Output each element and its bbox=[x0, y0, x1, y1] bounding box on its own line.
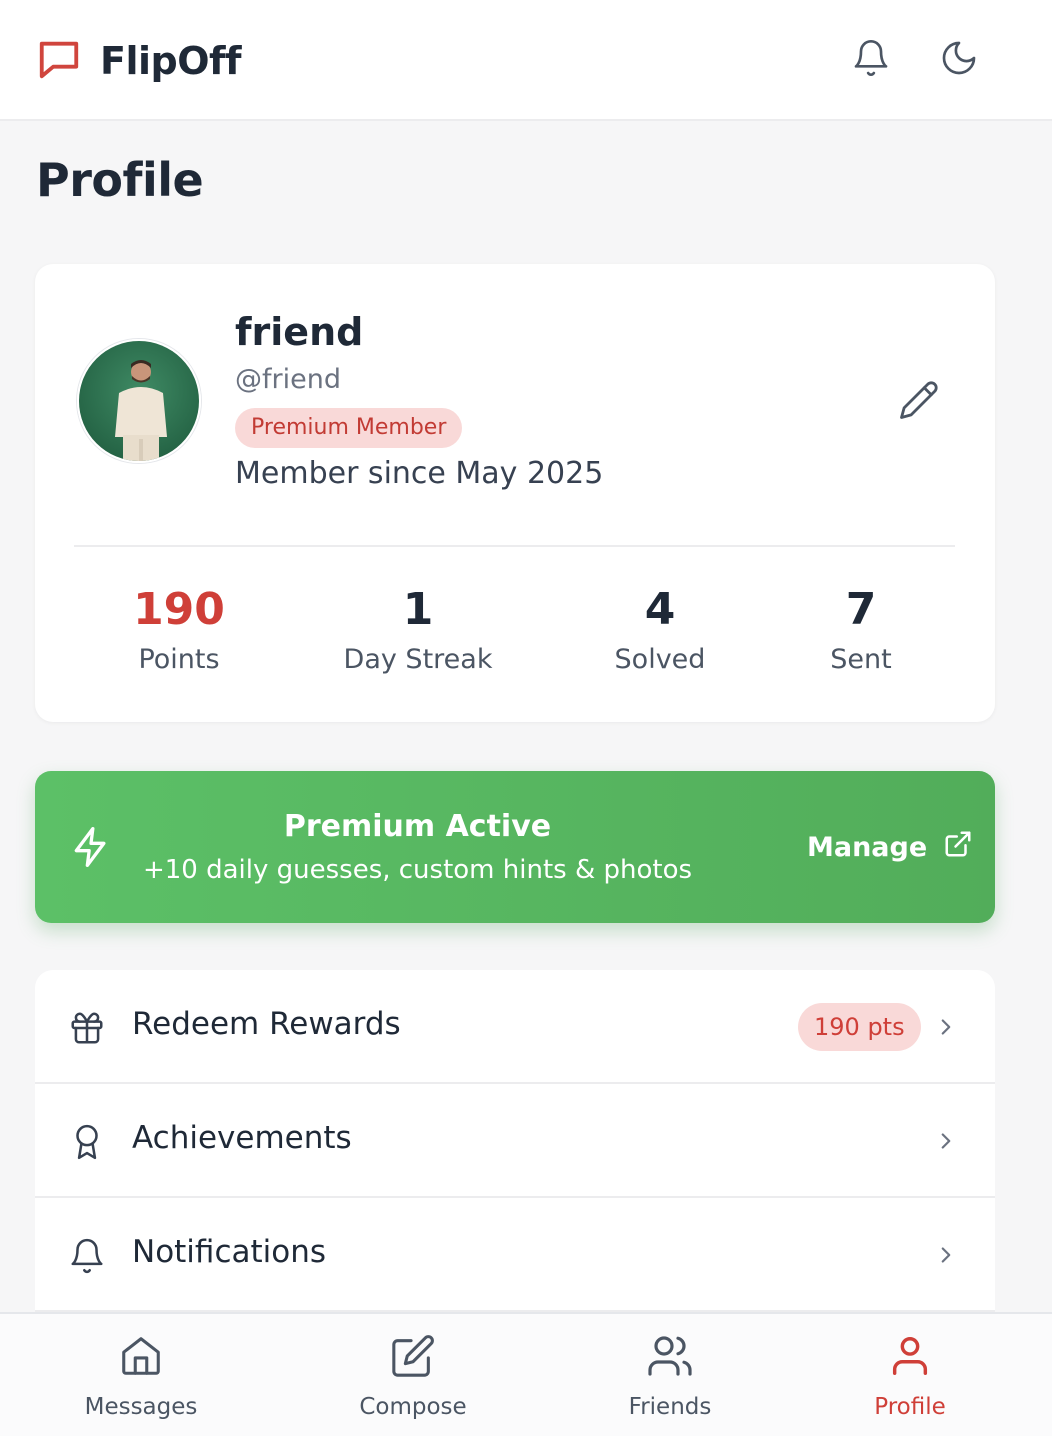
points-badge: 190 pts bbox=[798, 1003, 921, 1051]
stat-points: 190 Points bbox=[59, 582, 299, 675]
member-since: Member since May 2025 bbox=[235, 456, 604, 491]
nav-item-messages[interactable]: Messages bbox=[41, 1330, 241, 1420]
bell-icon bbox=[67, 1236, 107, 1276]
nav-item-compose[interactable]: Compose bbox=[313, 1330, 513, 1420]
stat-value: 190 bbox=[133, 584, 225, 635]
menu-label: Notifications bbox=[132, 1234, 327, 1270]
stat-value: 7 bbox=[845, 584, 877, 635]
nav-item-profile[interactable]: Profile bbox=[810, 1330, 1010, 1420]
award-icon bbox=[67, 1122, 107, 1162]
profile-handle: @friend bbox=[235, 364, 341, 395]
menu-item-achievements[interactable]: Achievements bbox=[35, 1084, 995, 1198]
notifications-button[interactable] bbox=[849, 38, 893, 82]
nav-label: Compose bbox=[359, 1394, 467, 1420]
chat-bubble-icon bbox=[36, 36, 82, 86]
stat-value: 1 bbox=[402, 584, 434, 635]
edit-profile-button[interactable] bbox=[897, 380, 941, 424]
brand-title: FlipOff bbox=[100, 39, 242, 83]
nav-item-friends[interactable]: Friends bbox=[570, 1330, 770, 1420]
gift-icon bbox=[67, 1008, 107, 1048]
bottom-nav: Messages Compose Friends Profile bbox=[0, 1312, 1052, 1436]
pencil-icon bbox=[898, 379, 940, 425]
users-icon bbox=[570, 1330, 770, 1382]
stat-label: Points bbox=[138, 644, 220, 675]
nav-label: Messages bbox=[84, 1394, 198, 1420]
menu-label: Achievements bbox=[132, 1120, 352, 1156]
divider bbox=[74, 545, 955, 547]
manage-label: Manage bbox=[807, 832, 928, 863]
menu-item-redeem-rewards[interactable]: Redeem Rewards 190 pts bbox=[35, 970, 995, 1084]
stat-day-streak: 1 Day Streak bbox=[298, 582, 538, 675]
edit-icon bbox=[313, 1330, 513, 1382]
premium-subtitle: +10 daily guesses, custom hints & photos bbox=[142, 855, 693, 885]
top-header: FlipOff bbox=[0, 0, 1052, 121]
manage-subscription-button[interactable]: Manage bbox=[807, 829, 973, 866]
premium-title: Premium Active bbox=[283, 809, 552, 844]
avatar[interactable] bbox=[77, 339, 201, 463]
stat-label: Sent bbox=[830, 644, 892, 675]
page-title: Profile bbox=[36, 153, 204, 207]
bell-icon bbox=[851, 38, 891, 82]
nav-label: Friends bbox=[628, 1394, 712, 1420]
profile-name: friend bbox=[235, 310, 364, 354]
app-root: FlipOff Profile friend @friend Premium M… bbox=[0, 0, 1052, 1436]
moon-icon bbox=[939, 38, 979, 82]
chevron-right-icon bbox=[933, 1126, 959, 1160]
menu-item-notifications[interactable]: Notifications bbox=[35, 1198, 995, 1312]
premium-member-badge: Premium Member bbox=[235, 408, 463, 448]
theme-toggle-button[interactable] bbox=[937, 38, 981, 82]
menu-label: Redeem Rewards bbox=[132, 1006, 401, 1042]
premium-banner: Premium Active +10 daily guesses, custom… bbox=[35, 771, 995, 923]
profile-card: friend @friend Premium Member Member sin… bbox=[35, 264, 995, 722]
external-link-icon bbox=[943, 829, 973, 866]
brand[interactable]: FlipOff bbox=[36, 36, 242, 86]
chevron-right-icon bbox=[933, 1240, 959, 1274]
settings-menu: Redeem Rewards 190 pts Achievements Noti… bbox=[35, 970, 995, 1370]
home-icon bbox=[41, 1330, 241, 1382]
stat-label: Day Streak bbox=[343, 644, 493, 675]
user-icon bbox=[810, 1330, 1010, 1382]
stat-sent: 7 Sent bbox=[741, 582, 981, 675]
nav-label: Profile bbox=[874, 1394, 946, 1420]
chevron-right-icon bbox=[933, 1012, 959, 1046]
